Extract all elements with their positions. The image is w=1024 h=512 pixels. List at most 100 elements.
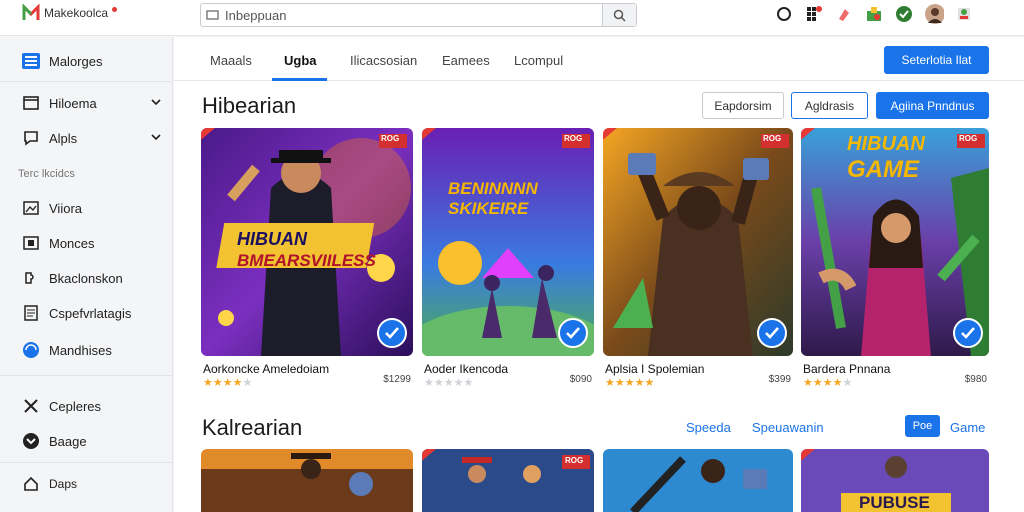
star-filled-icon: ★ <box>812 377 823 389</box>
sidebar-item-ceplered[interactable]: Cepleres <box>0 391 173 421</box>
star-filled-icon: ★ <box>212 377 223 389</box>
star-filled-icon: ★ <box>832 377 843 389</box>
sidebar-item-malorges[interactable]: Malorges <box>0 46 173 76</box>
header-action-button[interactable]: Seterlotia Ilat <box>884 46 989 74</box>
cover-badge: ROG <box>381 134 400 143</box>
game-cover-image[interactable]: PUBUSE <box>801 449 989 512</box>
sidebar-item-label: Baage <box>49 433 87 449</box>
star-empty-icon: ★ <box>842 377 853 389</box>
check-icon[interactable] <box>757 318 787 348</box>
settings-badge-icon[interactable] <box>954 4 974 24</box>
cover-art-text: SKIKEIRE <box>448 199 529 218</box>
divider <box>0 375 173 376</box>
game-title[interactable]: Bardera Pnnana <box>803 362 890 376</box>
sidebar-item-mandhises[interactable]: Mandhises <box>0 335 173 365</box>
sidebar-item-monces[interactable]: Monces <box>0 228 173 258</box>
star-empty-icon: ★ <box>242 377 253 389</box>
sidebar-item-daps[interactable]: Daps <box>0 469 173 499</box>
star-empty-icon: ★ <box>433 377 444 389</box>
game-cover-image[interactable] <box>201 449 413 512</box>
active-tab-indicator <box>272 78 327 81</box>
star-filled-icon: ★ <box>634 377 645 389</box>
search-bar <box>200 3 637 27</box>
x-icon <box>22 397 40 415</box>
sidebar-item-label: Mandhises <box>49 342 112 358</box>
speuawanin-link[interactable]: Speuawanin <box>752 420 824 435</box>
globe-icon <box>22 341 40 359</box>
agldrasis-button[interactable]: Agldrasis <box>791 92 868 119</box>
divider <box>0 462 173 463</box>
app-logo[interactable]: Makekoolca <box>22 3 118 22</box>
chevron-down-icon[interactable] <box>151 95 161 110</box>
game-title[interactable]: Aorkoncke Ameledoiam <box>203 362 329 376</box>
image-icon <box>22 199 40 217</box>
star-empty-icon: ★ <box>463 377 474 389</box>
apps-grid-icon[interactable] <box>804 4 824 24</box>
cover-art-text: GAME <box>847 156 919 183</box>
tab-lcompul[interactable]: Lcompul <box>514 53 563 68</box>
sidebar-item-baage[interactable]: Baage <box>0 426 173 456</box>
game-price: $090 <box>569 374 592 385</box>
tab-eamees[interactable]: Eamees <box>442 53 490 68</box>
game-link[interactable]: Game <box>950 420 985 435</box>
divider <box>0 81 173 82</box>
star-filled-icon: ★ <box>232 377 243 389</box>
game-cover-image[interactable]: ROG <box>422 449 594 512</box>
check-circle-icon[interactable] <box>894 4 914 24</box>
star-filled-icon: ★ <box>203 377 213 389</box>
star-empty-icon: ★ <box>453 377 464 389</box>
cover-art-text: BENINNNN <box>448 179 538 198</box>
poe-button[interactable]: Poe <box>905 415 940 437</box>
cover-art-text: HIBUAN <box>237 229 307 249</box>
sidebar-item-viiora[interactable]: Viiora <box>0 193 173 223</box>
star-filled-icon: ★ <box>644 377 655 389</box>
tab-ilicacsosian[interactable]: Ilicacsosian <box>350 53 417 68</box>
sidebar-item-bkaclonskon[interactable]: Bkaclonskon <box>0 263 173 293</box>
chevron-down-icon[interactable] <box>151 130 161 145</box>
agiina-pnndnus-button[interactable]: Agiina Pnndnus <box>876 92 989 119</box>
star-filled-icon: ★ <box>624 377 635 389</box>
list-icon <box>22 52 40 70</box>
avatar[interactable] <box>924 4 944 24</box>
cover-badge: ROG <box>565 456 584 465</box>
search-icon <box>201 4 225 26</box>
cover-art-text: BMEARSVIILESS <box>237 251 376 270</box>
game-title[interactable]: Aoder Ikencoda <box>424 362 508 376</box>
sidebar-section-header: Terc lkcidcs <box>18 168 75 180</box>
sidebar-item-hiloema[interactable]: Hiloema <box>0 88 173 118</box>
star-empty-icon: ★ <box>443 377 454 389</box>
eapdorsim-button[interactable]: Eapdorsim <box>702 92 784 119</box>
rating-stars: ★★★★★ <box>803 376 852 389</box>
sidebar-item-cspefvrlatagis[interactable]: Cspefvrlatagis <box>0 298 173 328</box>
sidebar-item-label: Bkaclonskon <box>49 270 123 286</box>
sidebar-item-label: Hiloema <box>49 95 97 111</box>
tab-bar: Maaals Ugba Ilicacsosian Eamees Lcompul … <box>174 37 1024 81</box>
puzzle-icon <box>22 269 40 287</box>
search-button[interactable] <box>602 4 636 26</box>
sidebar-item-alpls[interactable]: Alpls <box>0 123 173 153</box>
check-icon[interactable] <box>953 318 983 348</box>
circle-icon[interactable] <box>774 4 794 24</box>
sidebar-item-label: Cepleres <box>49 398 102 414</box>
gamepad-icon[interactable] <box>834 4 854 24</box>
tab-ugba[interactable]: Ugba <box>284 53 317 68</box>
section-title: Kalrearian <box>202 415 303 440</box>
search-input[interactable] <box>225 7 595 23</box>
game-cover-image[interactable] <box>603 449 793 512</box>
logo-text: Makekoolca <box>44 6 109 20</box>
star-filled-icon: ★ <box>803 377 813 389</box>
check-icon[interactable] <box>377 318 407 348</box>
sidebar-item-label: Cspefvrlatagis <box>49 305 132 321</box>
film-icon <box>22 234 40 252</box>
check-icon[interactable] <box>558 318 588 348</box>
star-filled-icon: ★ <box>222 377 233 389</box>
cover-art-text: HIBUAN <box>847 133 925 155</box>
cover-badge: ROG <box>763 134 782 143</box>
tab-maaals[interactable]: Maaals <box>210 53 252 68</box>
home-icon <box>22 475 40 493</box>
game-title[interactable]: Aplsia I Spolemian <box>605 362 704 376</box>
badge-icon <box>22 432 40 450</box>
speeda-link[interactable]: Speeda <box>686 420 731 435</box>
document-icon <box>22 304 40 322</box>
gift-icon[interactable] <box>864 4 884 24</box>
